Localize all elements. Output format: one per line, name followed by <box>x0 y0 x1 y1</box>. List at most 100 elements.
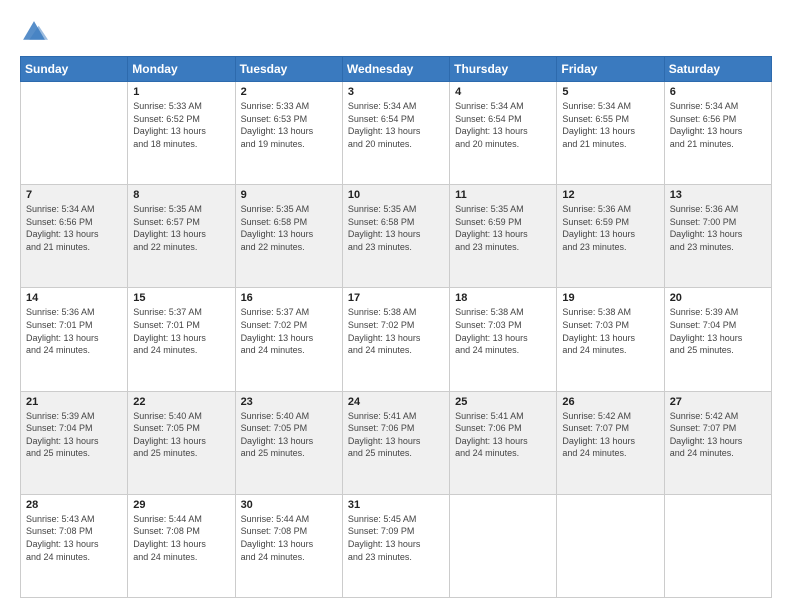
calendar-cell: 5Sunrise: 5:34 AM Sunset: 6:55 PM Daylig… <box>557 82 664 185</box>
day-info: Sunrise: 5:38 AM Sunset: 7:03 PM Dayligh… <box>455 306 551 356</box>
day-info: Sunrise: 5:39 AM Sunset: 7:04 PM Dayligh… <box>26 410 122 460</box>
col-header-thursday: Thursday <box>450 57 557 82</box>
calendar-cell: 13Sunrise: 5:36 AM Sunset: 7:00 PM Dayli… <box>664 185 771 288</box>
day-number: 10 <box>348 189 444 201</box>
day-number: 23 <box>241 396 337 408</box>
day-number: 11 <box>455 189 551 201</box>
day-number: 17 <box>348 292 444 304</box>
day-number: 18 <box>455 292 551 304</box>
day-number: 20 <box>670 292 766 304</box>
calendar-cell: 14Sunrise: 5:36 AM Sunset: 7:01 PM Dayli… <box>21 288 128 391</box>
calendar-week-row: 1 Sunrise: 5:33 AM Sunset: 6:52 PM Daylig… <box>21 82 772 185</box>
calendar-cell: 29 Sunrise: 5:44 AM Sunset: 7:08 PM Dayli… <box>128 494 235 597</box>
calendar-cell: 26 Sunrise: 5:42 AM Sunset: 7:07 PM Dayli… <box>557 391 664 494</box>
day-number: 16 <box>241 292 337 304</box>
day-info: Sunrise: 5:45 AM Sunset: 7:09 PM Dayligh… <box>348 513 444 563</box>
calendar-week-row: 7 Sunrise: 5:34 AM Sunset: 6:56 PM Daylig… <box>21 185 772 288</box>
day-number: 24 <box>348 396 444 408</box>
calendar-cell: 24Sunrise: 5:41 AM Sunset: 7:06 PM Dayli… <box>342 391 449 494</box>
day-info: Sunrise: 5:34 AM Sunset: 6:55 PM Dayligh… <box>562 100 658 150</box>
day-info: Sunrise: 5:34 AM Sunset: 6:54 PM Dayligh… <box>455 100 551 150</box>
calendar-week-row: 21 Sunrise: 5:39 AM Sunset: 7:04 PM Dayli… <box>21 391 772 494</box>
calendar-cell: 25 Sunrise: 5:41 AM Sunset: 7:06 PM Dayli… <box>450 391 557 494</box>
day-info: Sunrise: 5:38 AM Sunset: 7:03 PM Dayligh… <box>562 306 658 356</box>
col-header-monday: Monday <box>128 57 235 82</box>
day-info: Sunrise: 5:43 AM Sunset: 7:08 PM Dayligh… <box>26 513 122 563</box>
calendar-cell <box>21 82 128 185</box>
calendar-cell: 2 Sunrise: 5:33 AM Sunset: 6:53 PM Daylig… <box>235 82 342 185</box>
day-info: Sunrise: 5:34 AM Sunset: 6:54 PM Dayligh… <box>348 100 444 150</box>
day-info: Sunrise: 5:35 AM Sunset: 6:58 PM Dayligh… <box>241 203 337 253</box>
page: SundayMondayTuesdayWednesdayThursdayFrid… <box>0 0 792 612</box>
day-number: 2 <box>241 86 337 98</box>
calendar-cell: 31 Sunrise: 5:45 AM Sunset: 7:09 PM Dayli… <box>342 494 449 597</box>
day-number: 28 <box>26 499 122 511</box>
calendar-cell: 19 Sunrise: 5:38 AM Sunset: 7:03 PM Dayli… <box>557 288 664 391</box>
day-info: Sunrise: 5:44 AM Sunset: 7:08 PM Dayligh… <box>133 513 229 563</box>
day-number: 9 <box>241 189 337 201</box>
day-number: 8 <box>133 189 229 201</box>
day-info: Sunrise: 5:34 AM Sunset: 6:56 PM Dayligh… <box>26 203 122 253</box>
day-number: 21 <box>26 396 122 408</box>
day-number: 26 <box>562 396 658 408</box>
day-info: Sunrise: 5:33 AM Sunset: 6:52 PM Dayligh… <box>133 100 229 150</box>
calendar-cell: 8Sunrise: 5:35 AM Sunset: 6:57 PM Daylig… <box>128 185 235 288</box>
day-number: 29 <box>133 499 229 511</box>
calendar-cell: 23Sunrise: 5:40 AM Sunset: 7:05 PM Dayli… <box>235 391 342 494</box>
calendar-week-row: 28 Sunrise: 5:43 AM Sunset: 7:08 PM Dayli… <box>21 494 772 597</box>
calendar-cell: 12 Sunrise: 5:36 AM Sunset: 6:59 PM Dayli… <box>557 185 664 288</box>
calendar-cell: 6 Sunrise: 5:34 AM Sunset: 6:56 PM Daylig… <box>664 82 771 185</box>
calendar-cell: 21 Sunrise: 5:39 AM Sunset: 7:04 PM Dayli… <box>21 391 128 494</box>
calendar-cell: 22 Sunrise: 5:40 AM Sunset: 7:05 PM Dayli… <box>128 391 235 494</box>
day-number: 1 <box>133 86 229 98</box>
calendar-cell <box>557 494 664 597</box>
calendar-cell: 4 Sunrise: 5:34 AM Sunset: 6:54 PM Daylig… <box>450 82 557 185</box>
day-info: Sunrise: 5:36 AM Sunset: 7:00 PM Dayligh… <box>670 203 766 253</box>
day-number: 15 <box>133 292 229 304</box>
day-number: 12 <box>562 189 658 201</box>
col-header-friday: Friday <box>557 57 664 82</box>
col-header-sunday: Sunday <box>21 57 128 82</box>
day-info: Sunrise: 5:35 AM Sunset: 6:59 PM Dayligh… <box>455 203 551 253</box>
day-number: 19 <box>562 292 658 304</box>
calendar-cell: 28 Sunrise: 5:43 AM Sunset: 7:08 PM Dayli… <box>21 494 128 597</box>
calendar-cell <box>450 494 557 597</box>
day-info: Sunrise: 5:34 AM Sunset: 6:56 PM Dayligh… <box>670 100 766 150</box>
day-info: Sunrise: 5:42 AM Sunset: 7:07 PM Dayligh… <box>670 410 766 460</box>
day-info: Sunrise: 5:38 AM Sunset: 7:02 PM Dayligh… <box>348 306 444 356</box>
day-number: 7 <box>26 189 122 201</box>
calendar-cell: 18 Sunrise: 5:38 AM Sunset: 7:03 PM Dayli… <box>450 288 557 391</box>
day-number: 3 <box>348 86 444 98</box>
day-info: Sunrise: 5:41 AM Sunset: 7:06 PM Dayligh… <box>455 410 551 460</box>
logo <box>20 18 52 46</box>
day-number: 25 <box>455 396 551 408</box>
day-info: Sunrise: 5:33 AM Sunset: 6:53 PM Dayligh… <box>241 100 337 150</box>
day-number: 4 <box>455 86 551 98</box>
day-info: Sunrise: 5:42 AM Sunset: 7:07 PM Dayligh… <box>562 410 658 460</box>
day-number: 30 <box>241 499 337 511</box>
calendar-cell: 7 Sunrise: 5:34 AM Sunset: 6:56 PM Daylig… <box>21 185 128 288</box>
day-info: Sunrise: 5:40 AM Sunset: 7:05 PM Dayligh… <box>133 410 229 460</box>
calendar-cell: 16 Sunrise: 5:37 AM Sunset: 7:02 PM Dayli… <box>235 288 342 391</box>
day-number: 6 <box>670 86 766 98</box>
day-info: Sunrise: 5:37 AM Sunset: 7:02 PM Dayligh… <box>241 306 337 356</box>
col-header-saturday: Saturday <box>664 57 771 82</box>
day-info: Sunrise: 5:44 AM Sunset: 7:08 PM Dayligh… <box>241 513 337 563</box>
col-header-tuesday: Tuesday <box>235 57 342 82</box>
day-info: Sunrise: 5:36 AM Sunset: 7:01 PM Dayligh… <box>26 306 122 356</box>
header <box>20 18 772 46</box>
calendar-cell: 17 Sunrise: 5:38 AM Sunset: 7:02 PM Dayli… <box>342 288 449 391</box>
day-number: 27 <box>670 396 766 408</box>
calendar-header-row: SundayMondayTuesdayWednesdayThursdayFrid… <box>21 57 772 82</box>
calendar-cell: 20 Sunrise: 5:39 AM Sunset: 7:04 PM Dayli… <box>664 288 771 391</box>
calendar-cell <box>664 494 771 597</box>
day-number: 31 <box>348 499 444 511</box>
day-info: Sunrise: 5:36 AM Sunset: 6:59 PM Dayligh… <box>562 203 658 253</box>
calendar-cell: 15Sunrise: 5:37 AM Sunset: 7:01 PM Dayli… <box>128 288 235 391</box>
logo-icon <box>20 18 48 46</box>
day-number: 22 <box>133 396 229 408</box>
day-info: Sunrise: 5:39 AM Sunset: 7:04 PM Dayligh… <box>670 306 766 356</box>
col-header-wednesday: Wednesday <box>342 57 449 82</box>
calendar-cell: 11 Sunrise: 5:35 AM Sunset: 6:59 PM Dayli… <box>450 185 557 288</box>
day-info: Sunrise: 5:35 AM Sunset: 6:58 PM Dayligh… <box>348 203 444 253</box>
